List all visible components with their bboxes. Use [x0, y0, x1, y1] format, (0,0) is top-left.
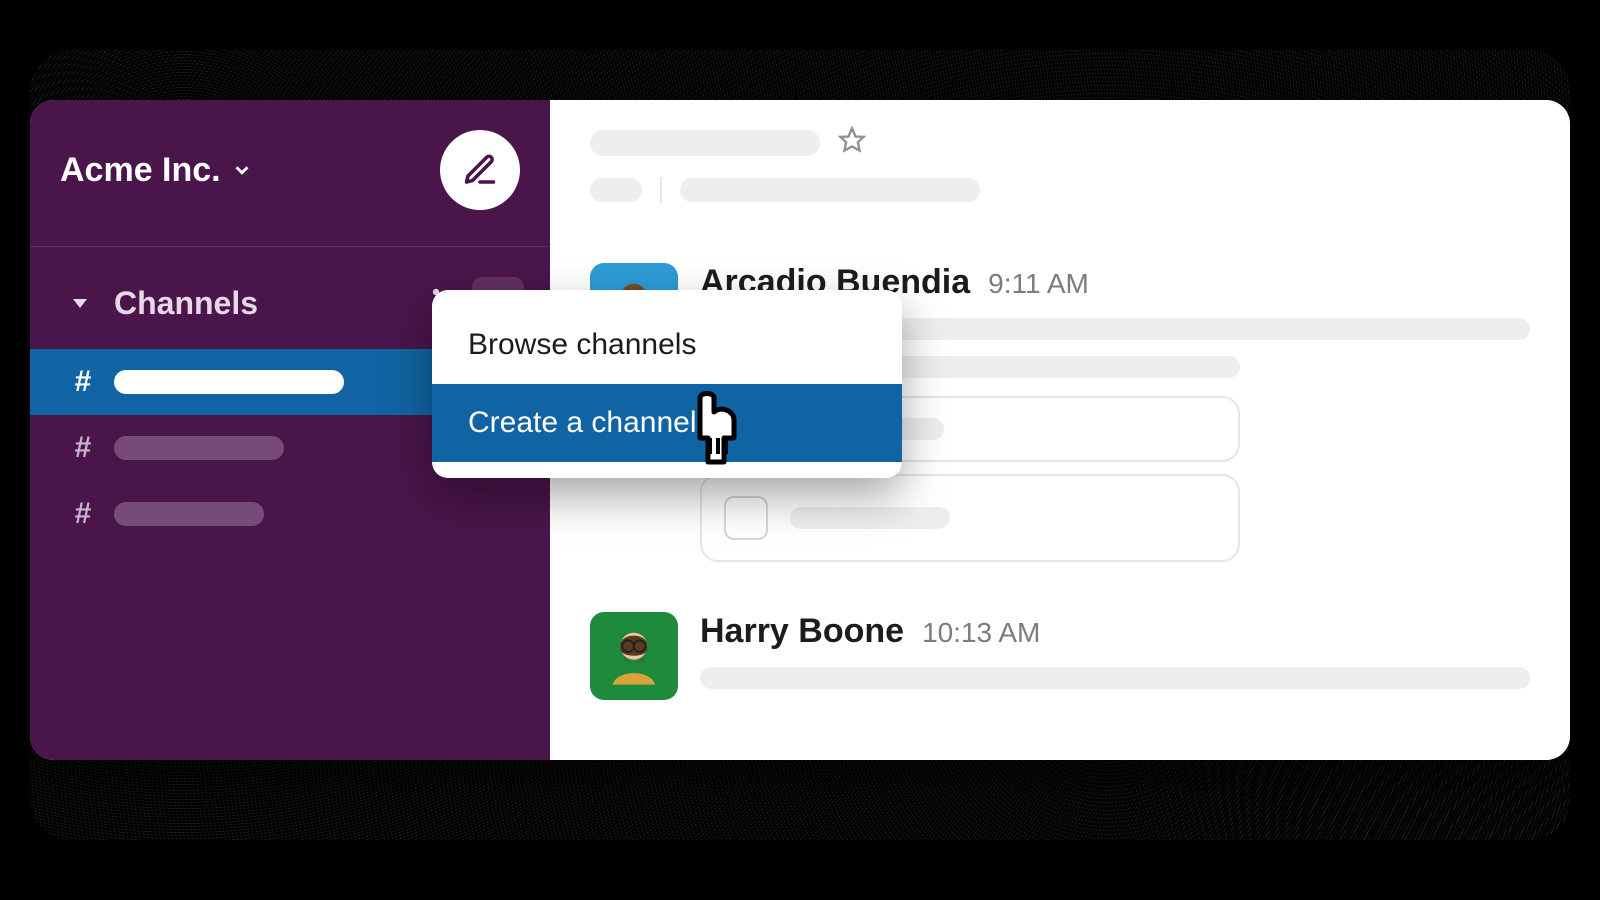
hash-icon: # — [70, 431, 96, 465]
message-time: 9:11 AM — [988, 268, 1089, 300]
channel-item[interactable]: # — [30, 481, 550, 547]
compose-icon — [462, 152, 498, 188]
channel-name-placeholder — [114, 502, 264, 526]
attachment-thumb-placeholder — [724, 496, 768, 540]
message-author[interactable]: Harry Boone — [700, 612, 904, 651]
meta-placeholder — [680, 178, 980, 202]
attachment-card[interactable] — [700, 474, 1240, 562]
add-channel-menu: Browse channels Create a channel — [432, 290, 902, 478]
channel-name-placeholder — [114, 370, 344, 394]
attachment-title-placeholder — [790, 507, 950, 529]
divider — [660, 177, 662, 203]
menu-item-create-channel[interactable]: Create a channel — [432, 384, 902, 462]
workspace-name: Acme Inc. — [60, 151, 221, 190]
menu-item-browse-channels[interactable]: Browse channels — [432, 306, 902, 384]
pointer-cursor-icon — [678, 390, 748, 475]
star-icon — [838, 126, 866, 154]
workspace-header: Acme Inc. — [30, 100, 550, 247]
channel-subheader — [590, 177, 1530, 203]
avatar[interactable] — [590, 612, 678, 700]
channels-section-label: Channels — [114, 285, 396, 322]
hash-icon: # — [70, 497, 96, 531]
compose-button[interactable] — [440, 130, 520, 210]
meta-placeholder — [590, 178, 642, 202]
workspace-switcher[interactable]: Acme Inc. — [60, 151, 253, 190]
message-time: 10:13 AM — [922, 617, 1040, 649]
chevron-down-icon — [231, 159, 253, 181]
message: Harry Boone 10:13 AM — [590, 612, 1530, 700]
message-line-placeholder — [700, 667, 1530, 689]
channel-header — [590, 126, 1530, 159]
caret-down-icon[interactable] — [60, 291, 100, 315]
channel-title-placeholder — [590, 130, 820, 156]
hash-icon: # — [70, 365, 96, 399]
channel-name-placeholder — [114, 436, 284, 460]
star-button[interactable] — [838, 126, 866, 159]
avatar-person-icon — [603, 625, 665, 687]
